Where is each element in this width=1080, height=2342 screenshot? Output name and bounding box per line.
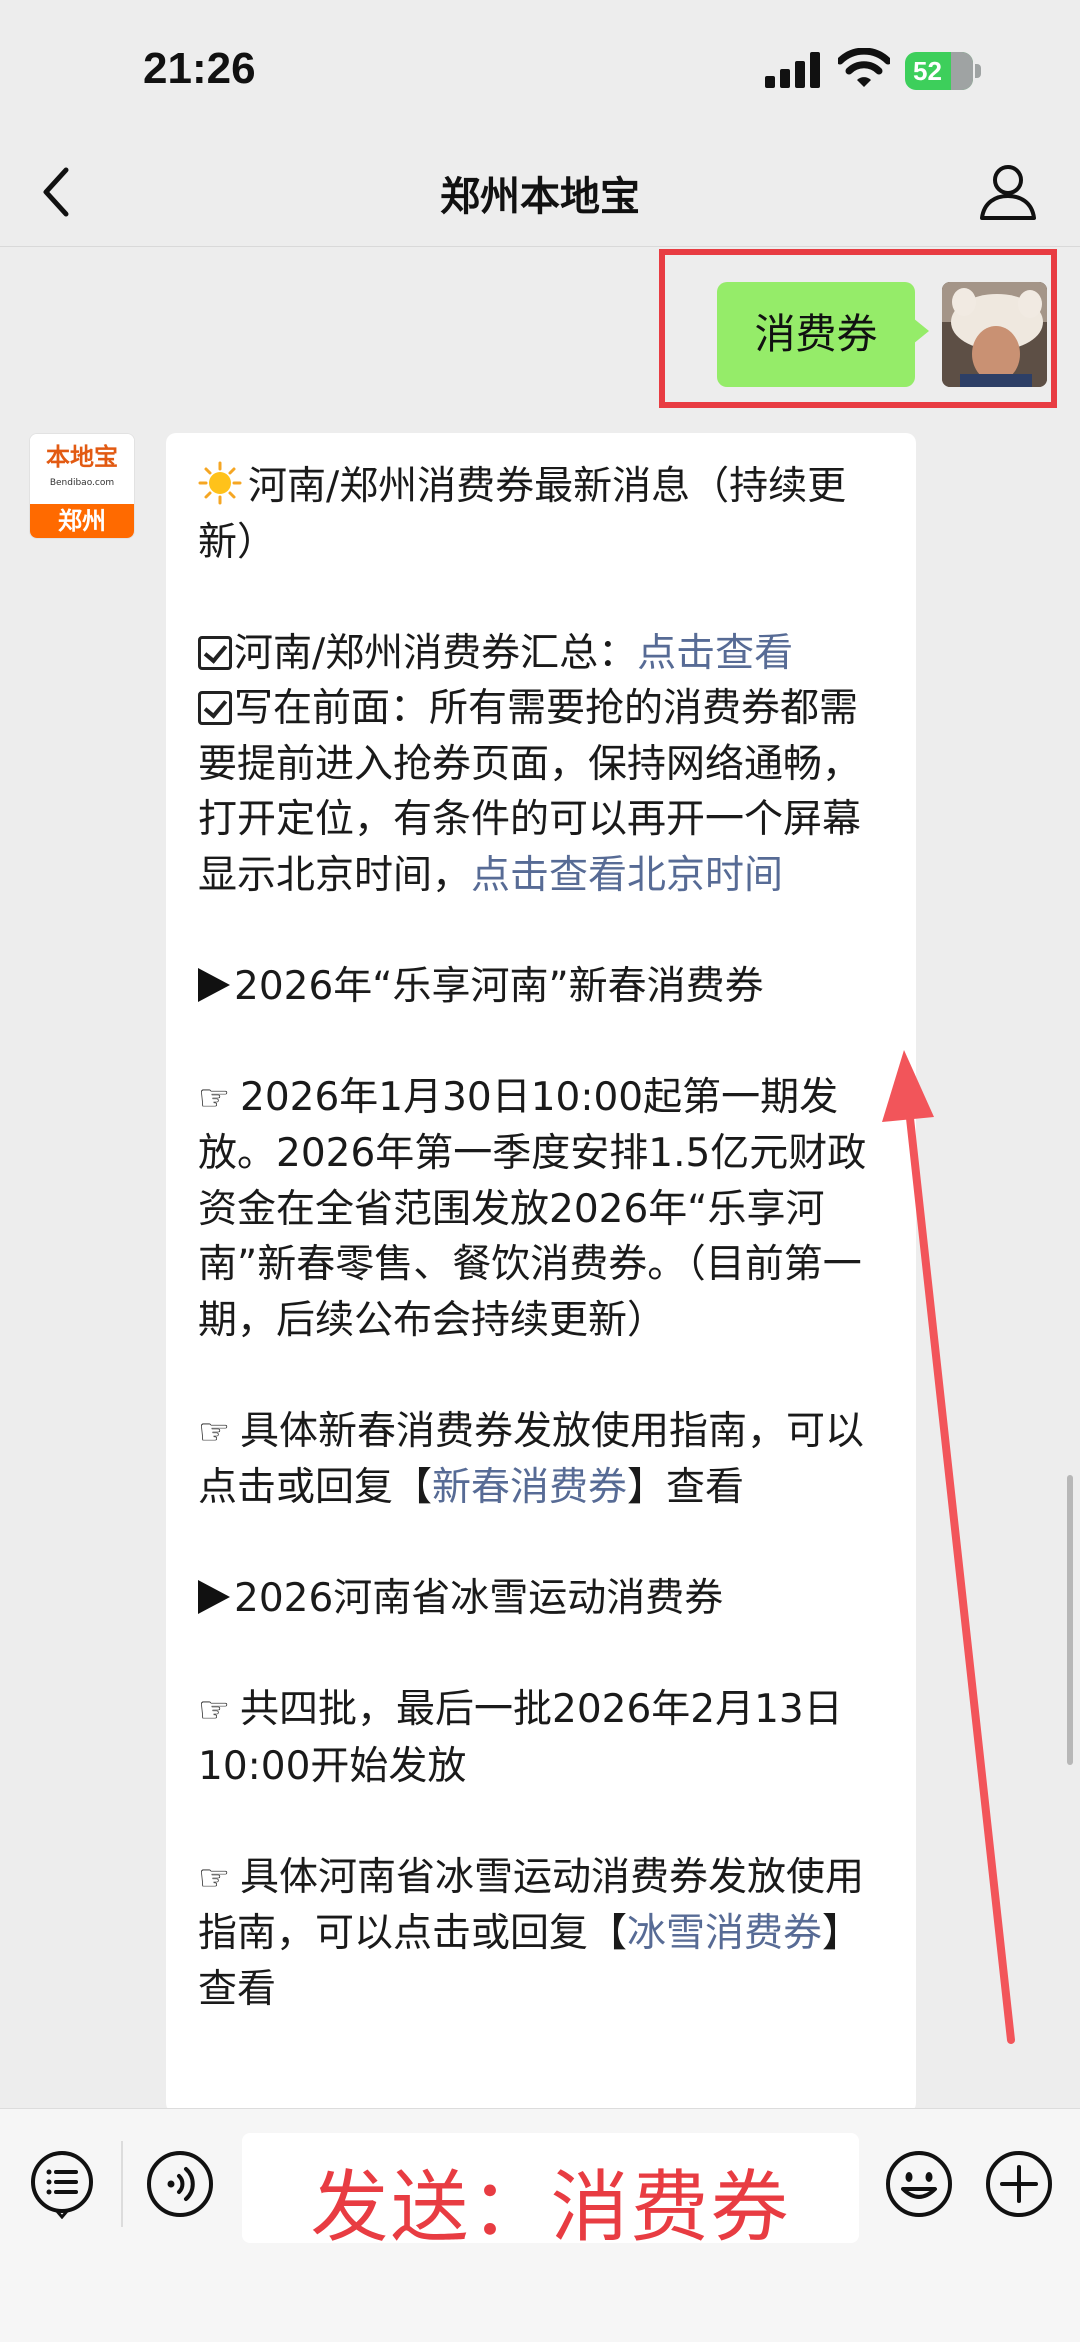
battery-empty [951,52,973,90]
section1-guide-paragraph: ☞ 具体新春消费券发放使用指南，可以点击或回复【新春消费券】查看 [198,1404,882,1516]
status-time: 21:26 [143,44,256,93]
section1-title: 2026年“乐享河南”新春消费券 [234,963,764,1009]
menu-icon[interactable] [27,2149,97,2219]
section1-body-paragraph: ☞ 2026年1月30日10:00起第一期发放。2026年第一季度安排1.5亿元财… [198,1070,882,1349]
status-bar: 21:26 52 [0,0,1080,140]
spring-coupon-link[interactable]: 新春消费券 [432,1465,627,1510]
nav-bar: 郑州本地宝 [0,140,1080,247]
triangle-icon [198,967,230,1002]
section2-body-paragraph: ☞ 共四批，最后一批2026年2月13日10:00开始发放 [198,1682,882,1794]
reply-title: 河南/郑州消费券最新消息（持续更新） [198,464,847,565]
summary-label: 河南/郑州消费券汇总： [234,630,638,676]
bot-avatar-domain: Bendibao.com [49,478,115,488]
emoji-icon[interactable] [884,2149,954,2219]
sun-icon [198,461,242,505]
incoming-message-bubble: 河南/郑州消费券最新消息（持续更新） 河南/郑州消费券汇总：点击查看 写在前面：… [166,433,916,2113]
summary-link[interactable]: 点击查看 [637,631,793,676]
section2-guide-paragraph: ☞ 具体河南省冰雪运动消费券发放使用指南，可以点击或回复【冰雪消费券】查看 [198,1850,882,2018]
note-paragraph: 写在前面：所有需要抢的消费券都需要提前进入抢券页面，保持网络通畅，打开定位，有条… [198,681,882,903]
highlight-annotation-box [659,249,1057,408]
battery-cap [975,64,981,78]
bot-avatar-logo-text: 本地宝 [30,434,134,504]
message-input[interactable]: 发送：消费券 [242,2133,859,2253]
ice-snow-coupon-link[interactable]: 冰雪消费券 [627,1911,822,1956]
page-title: 郑州本地宝 [440,174,640,220]
toolbar-divider [121,2141,123,2227]
pointing-hand-icon: ☞ [198,1077,231,1119]
reply-title-line: 河南/郑州消费券最新消息（持续更新） [198,459,882,570]
signal-icon [765,52,820,88]
input-toolbar: 发送：消费券 [0,2108,1080,2342]
plus-icon[interactable] [984,2149,1054,2219]
section2-body: 共四批，最后一批2026年2月13日10:00开始发放 [198,1687,843,1789]
send-annotation-text: 发送：消费券 [310,2163,791,2253]
section1-body: 2026年1月30日10:00起第一期发放。2026年第一季度安排1.5亿元财政… [198,1074,867,1343]
pointing-hand-icon: ☞ [198,1690,231,1731]
summary-line: 河南/郑州消费券汇总：点击查看 [198,626,882,682]
pointing-hand-icon: ☞ [198,1857,231,1899]
battery-indicator: 52 [905,52,983,90]
section2-title: 2026河南省冰雪运动消费券 [234,1576,724,1621]
bot-avatar-city: 郑州 [30,504,134,538]
profile-icon[interactable] [976,160,1040,224]
bot-avatar[interactable]: 本地宝 Bendibao.com 郑州 [29,433,135,539]
triangle-icon [198,1580,230,1614]
voice-icon[interactable] [145,2149,215,2219]
scrollbar[interactable] [1067,1475,1073,1765]
checkbox-icon [198,635,232,670]
beijing-time-link[interactable]: 点击查看北京时间 [471,853,783,898]
section1-heading: 2026年“乐享河南”新春消费券 [198,959,882,1015]
checkbox-icon [198,691,232,725]
section2-heading: 2026河南省冰雪运动消费券 [198,1571,882,1627]
pointing-hand-icon: ☞ [198,1411,231,1453]
wifi-icon [838,48,890,87]
section1-guide-suffix: 】查看 [627,1465,745,1510]
